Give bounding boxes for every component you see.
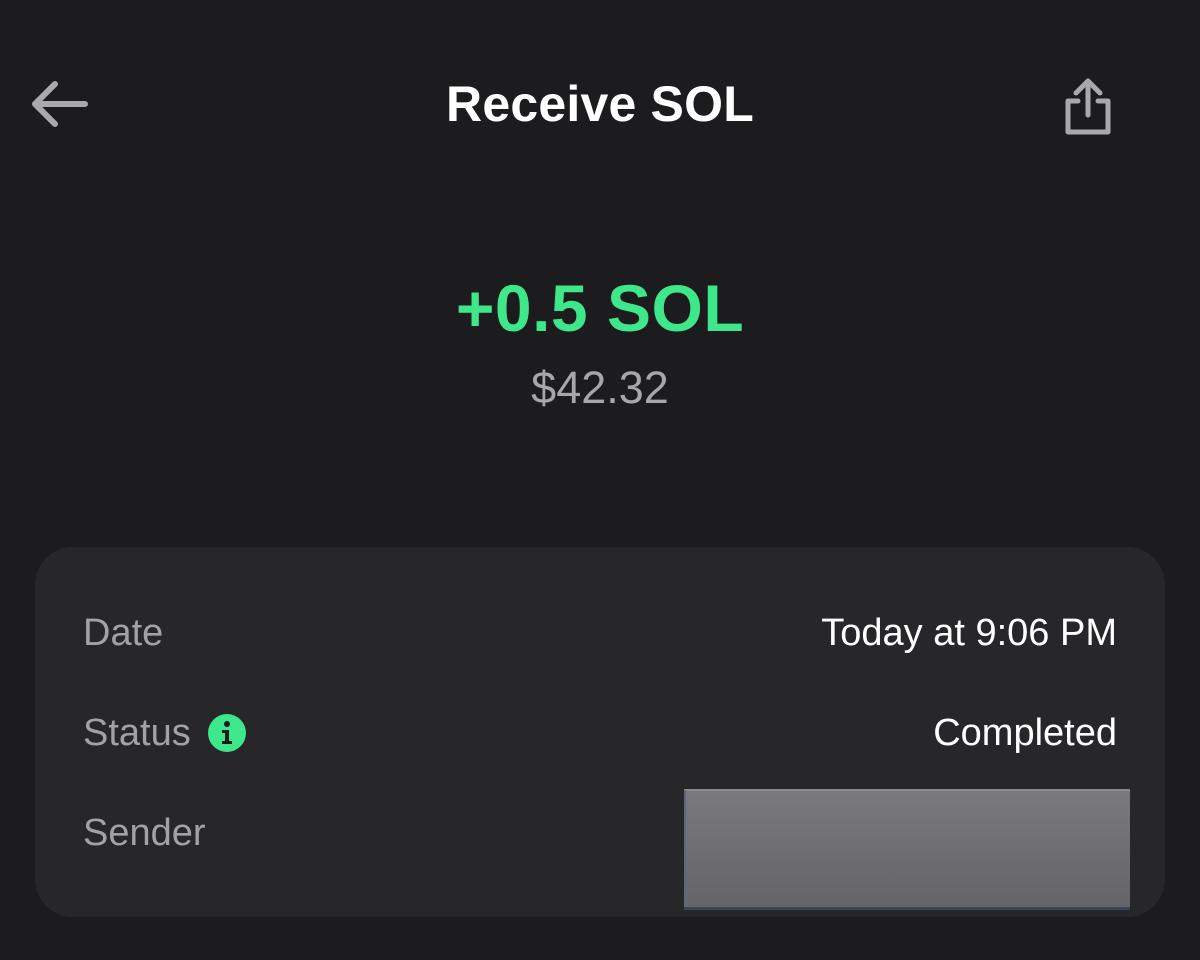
transaction-detail-screen: Receive SOL +0.5 SOL $42.32 Date Today a… xyxy=(0,0,1200,960)
date-label: Date xyxy=(83,612,164,654)
page-title: Receive SOL xyxy=(446,76,754,132)
arrow-left-icon xyxy=(32,81,88,127)
sender-label: Sender xyxy=(83,812,206,854)
date-value: Today at 9:06 PM xyxy=(821,612,1117,654)
share-button[interactable] xyxy=(1050,72,1126,142)
status-label-group: Status xyxy=(83,703,247,763)
status-row: Status Completed xyxy=(83,703,1117,763)
info-icon xyxy=(207,714,246,752)
share-icon xyxy=(1065,78,1111,135)
status-value: Completed xyxy=(933,712,1117,754)
status-info-button[interactable] xyxy=(207,713,247,753)
details-card: Date Today at 9:06 PM Status Completed S… xyxy=(35,547,1165,917)
sender-value-redacted xyxy=(684,789,1130,907)
back-button[interactable] xyxy=(22,72,94,136)
status-label: Status xyxy=(83,712,191,754)
fiat-amount: $42.32 xyxy=(531,362,669,413)
date-row: Date Today at 9:06 PM xyxy=(83,603,1117,663)
received-amount: +0.5 SOL xyxy=(455,271,745,345)
